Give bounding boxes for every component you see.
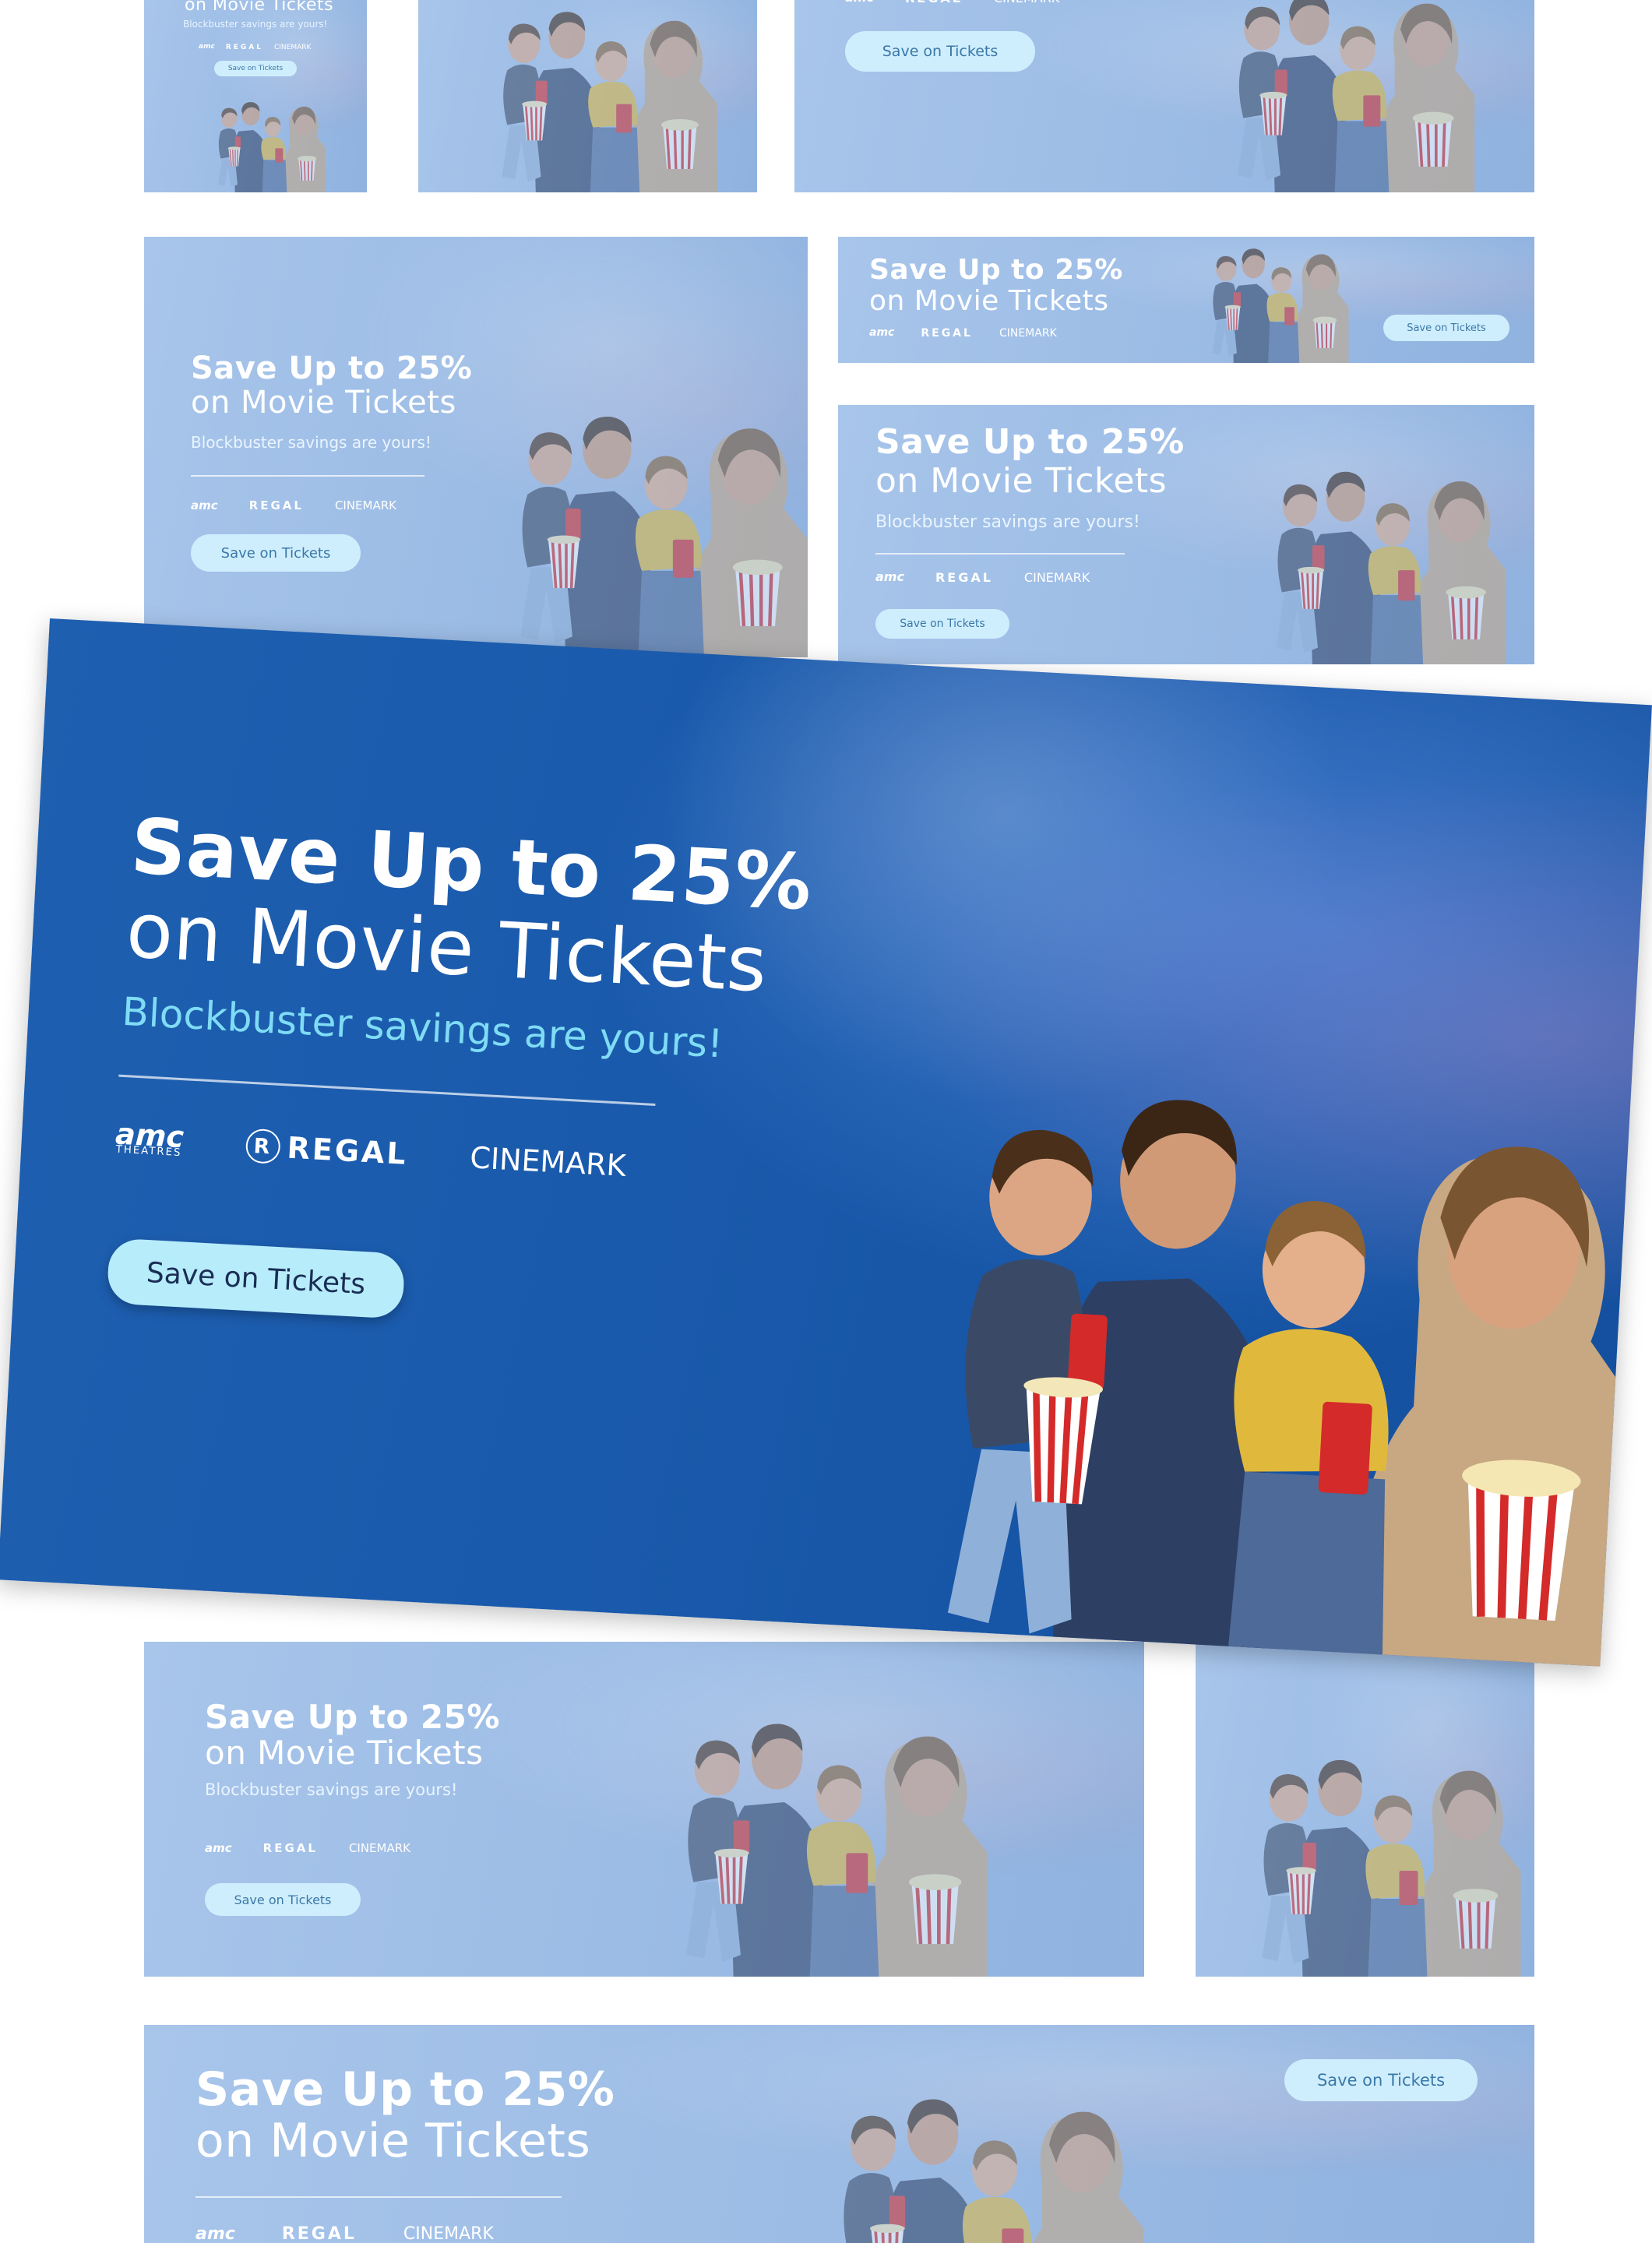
regal-logo: REGAL [935, 570, 993, 585]
cinemark-logo: CINEMARK [334, 498, 396, 512]
save-on-tickets-button[interactable]: Save on Tickets [205, 1883, 361, 1916]
family-image [1129, 0, 1534, 192]
headline-line2: on Movie Tickets [191, 385, 456, 421]
headline-line1: Save Up to 25% [195, 2062, 615, 2117]
regal-wordmark: REGAL [286, 1130, 409, 1171]
amc-logo: amc [199, 43, 215, 51]
banner-background [418, 0, 757, 192]
theater-logos: amc REGAL CINEMARK [205, 1841, 410, 1855]
theater-logos: amc REGAL CINEMARK [195, 2224, 494, 2243]
button-label: Save on Tickets [227, 65, 284, 72]
family-image [456, 346, 808, 657]
theater-logos: amc REGAL CINEMARK [191, 498, 396, 512]
ad-banner-wide-top[interactable]: amc REGAL CINEMARK Save on Tickets [794, 0, 1534, 192]
button-label: Save on Tickets [1407, 322, 1486, 334]
ad-banner-square-top[interactable] [418, 0, 757, 192]
divider [191, 475, 424, 477]
headline-line1: Save Up to 25% [869, 254, 1123, 286]
amc-logo: amc [195, 2224, 235, 2243]
subhead: Blockbuster savings are yours! [183, 19, 328, 30]
ad-banner-skyscraper-top[interactable]: on Movie Tickets Blockbuster savings are… [144, 0, 367, 192]
ad-banner-leaderboard[interactable]: Save Up to 25% on Movie Tickets amc REGA… [838, 237, 1534, 363]
cinemark-logo: CINEMARK [348, 1841, 410, 1855]
family-image [720, 2025, 1203, 2243]
headline-line2: on Movie Tickets [869, 285, 1109, 317]
headline-line2: on Movie Tickets [205, 1734, 484, 1772]
button-label: Save on Tickets [220, 544, 331, 562]
ad-banner-billboard[interactable]: Save Up to 25% on Movie Tickets amc REGA… [144, 2025, 1534, 2243]
family-image [418, 0, 757, 192]
ad-banner-medium-rectangle[interactable]: Save Up to 25% on Movie Tickets Blockbus… [144, 237, 808, 657]
divider [195, 2196, 562, 2198]
theater-logos: amc REGAL CINEMARK [199, 44, 311, 51]
subhead: Blockbuster savings are yours! [191, 433, 431, 452]
cinemark-logo: CINEMARK [1023, 570, 1090, 585]
regal-logo: REGAL [248, 498, 304, 512]
subhead: Blockbuster savings are yours! [205, 1780, 458, 1799]
save-on-tickets-button[interactable]: Save on Tickets [214, 61, 297, 76]
headline-line1: Save Up to 25% [875, 422, 1185, 462]
subhead: Blockbuster savings are yours! [875, 512, 1140, 532]
button-label: Save on Tickets [145, 1256, 367, 1301]
save-on-tickets-button[interactable]: Save on Tickets [1284, 2059, 1478, 2101]
headline-line2: on Movie Tickets [875, 461, 1168, 501]
regal-mark-icon: R [245, 1128, 281, 1164]
theater-logos: amc REGAL CINEMARK [869, 327, 1057, 340]
headline-line2: on Movie Tickets [185, 0, 334, 15]
family-image [1165, 237, 1368, 363]
regal-logo: REGAL [262, 1841, 318, 1855]
cinemark-logo: CINEMARK [273, 44, 312, 51]
amc-logo: amc [869, 326, 895, 340]
banner-background [1196, 1642, 1534, 1977]
button-label: Save on Tickets [1316, 2071, 1446, 2090]
cinemark-logo: CINEMARK [994, 0, 1059, 5]
amc-logo: amc [205, 1841, 232, 1855]
hero-banner-wrapper: Save Up to 25% on Movie Tickets Blockbus… [0, 618, 1652, 1685]
theater-logos: amc REGAL CINEMARK [845, 0, 1059, 5]
regal-logo: REGAL [281, 2224, 357, 2243]
button-label: Save on Tickets [882, 43, 999, 60]
ad-banner-square-bottom[interactable] [1196, 1642, 1534, 1977]
save-on-tickets-button[interactable]: Save on Tickets [1383, 315, 1509, 341]
theater-logos: amc REGAL CINEMARK [875, 570, 1090, 585]
regal-logo: REGAL [921, 327, 973, 340]
save-on-tickets-button[interactable]: Save on Tickets [191, 534, 361, 572]
headline-line2: on Movie Tickets [195, 2114, 591, 2168]
banner-background [144, 1642, 1144, 1977]
headline-line1: Save Up to 25% [191, 350, 473, 386]
amc-logo: amc [845, 0, 874, 3]
regal-logo: REGAL [225, 44, 263, 51]
family-image [604, 1650, 1009, 1977]
amc-logo: amc THEATRES [114, 1117, 185, 1159]
amc-logo: amc [875, 569, 904, 585]
headline-line1: Save Up to 25% [205, 1698, 500, 1736]
amc-logo: amc [191, 498, 218, 512]
ad-banner-half-page[interactable]: Save Up to 25% on Movie Tickets Blockbus… [144, 1642, 1144, 1977]
family-image [805, 877, 1652, 1667]
family-image [167, 76, 354, 192]
banner-background [794, 0, 1534, 192]
regal-logo: REGAL [905, 0, 963, 5]
cinemark-logo: CINEMARK [999, 327, 1057, 340]
family-image [1196, 1696, 1534, 1977]
hero-ad-banner[interactable]: Save Up to 25% on Movie Tickets Blockbus… [0, 618, 1652, 1667]
divider [875, 553, 1125, 555]
button-label: Save on Tickets [234, 1892, 332, 1907]
cinemark-logo: CINEMARK [403, 2224, 494, 2243]
save-on-tickets-button[interactable]: Save on Tickets [845, 31, 1035, 72]
